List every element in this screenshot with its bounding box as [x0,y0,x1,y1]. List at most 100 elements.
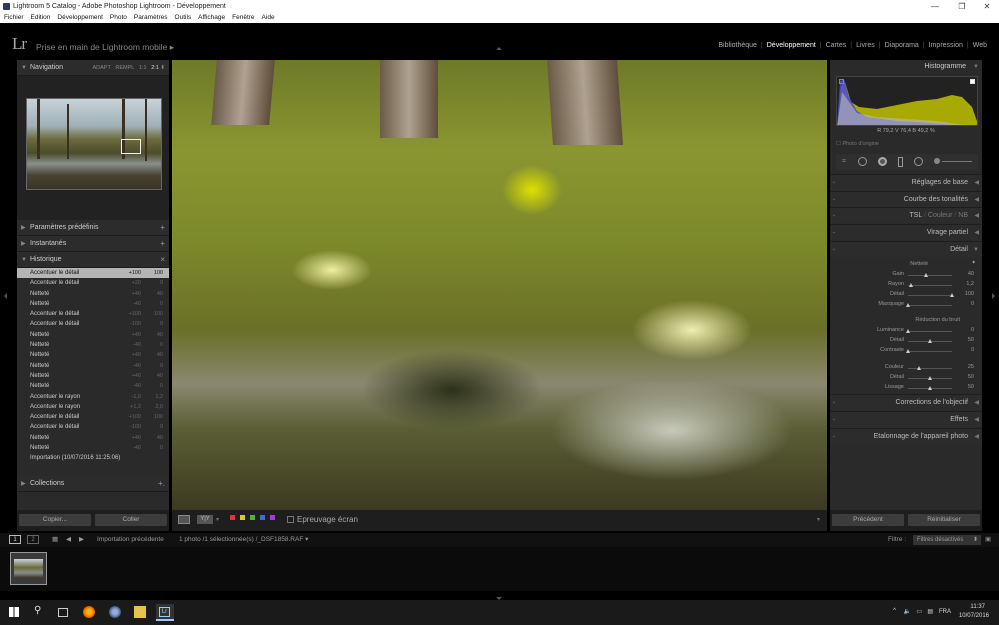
clear-history-icon[interactable]: × [160,252,165,268]
collapse-left-panel-icon[interactable] [4,293,7,299]
grid-view-icon[interactable]: ▦ [52,533,58,547]
slider-value[interactable]: 0 [971,347,974,353]
slider-thumb[interactable] [917,366,921,370]
detail-header[interactable]: ▪ Détail ▼ [830,241,982,257]
label-purple-swatch[interactable] [270,515,275,520]
slider-thumb[interactable] [909,283,914,287]
minimize-button[interactable]: — [920,0,950,13]
history-item[interactable]: Netteté +40 40 [17,433,169,443]
module-bibliotheque[interactable]: Bibliothèque [714,42,761,49]
slider-thumb[interactable] [906,303,910,307]
history-item[interactable]: Accentuer le détail +100 100 [17,268,169,279]
panel-switch-icon[interactable]: ▪ [833,242,835,258]
slider-thumb[interactable] [923,273,928,277]
panel-switch-icon[interactable]: ▪ [833,208,835,224]
module-livres[interactable]: Livres [852,42,879,49]
slider-value[interactable]: 50 [968,374,974,380]
history-item[interactable]: Netteté +40 40 [17,371,169,381]
loupe-view-icon[interactable] [178,515,190,524]
slider-value[interactable]: 40 [968,271,974,277]
slider-track[interactable] [908,275,952,276]
color-tab[interactable]: Couleur [928,212,953,219]
original-photo-label[interactable]: ☐ Photo d'origine [836,141,879,147]
search-icon[interactable]: ⚲ [34,605,46,617]
label-red-swatch[interactable] [230,515,235,520]
snapshots-header[interactable]: ▶ Instantanés + [17,236,169,252]
add-collection-icon[interactable]: +. [158,476,165,492]
history-item[interactable]: Netteté -40 0 [17,361,169,371]
navigator-preview[interactable] [17,76,169,220]
menu-aide[interactable]: Aide [262,13,275,23]
slider-track[interactable] [908,285,952,286]
presets-header[interactable]: ▶ Paramètres prédéfinis + [17,220,169,236]
lock-icon[interactable]: ▣ [985,533,991,547]
task-view-icon[interactable] [58,608,68,617]
filmstrip-source[interactable]: Importation précédente [97,533,164,547]
before-after-icon[interactable]: Y|Y [197,515,213,524]
add-preset-icon[interactable]: + [160,220,165,236]
softproof-checkbox[interactable] [287,516,294,523]
clock-date[interactable]: 10/07/2016 [959,613,989,619]
panel-switch-icon[interactable]: ▪ [833,192,835,208]
previous-button[interactable]: Précédent [832,514,904,526]
before-after-menu-icon[interactable]: ▾ [216,516,219,523]
history-item[interactable]: Accentuer le détail -100 0 [17,319,169,329]
lens-corrections-header[interactable]: ▪ Corrections de l'objectif ◀ [830,394,982,410]
main-window-button[interactable]: 1 [9,535,21,544]
slider-value[interactable]: 50 [968,337,974,343]
history-item[interactable]: Accentuer le rayon +1,2 2,0 [17,402,169,412]
notification-icon[interactable]: ▤ [927,608,933,615]
basic-header[interactable]: ▪ Réglages de base ◀ [830,174,982,190]
second-window-button[interactable]: 2 [27,535,39,544]
collapse-right-panel-icon[interactable] [992,293,995,299]
panel-switch-icon[interactable]: ▪ [833,225,835,241]
zoom-2-1[interactable]: 2:1 [151,65,159,71]
windows-start-icon[interactable] [9,607,19,617]
add-snapshot-icon[interactable]: + [160,236,165,252]
menu-affichage[interactable]: Affichage [198,13,225,23]
language-indicator[interactable]: FRA [939,609,951,615]
effects-header[interactable]: ▪ Effets ◀ [830,411,982,427]
history-item[interactable]: Netteté -40 0 [17,340,169,350]
filmstrip-info[interactable]: 1 photo /1 sélectionnée(s) /_DSF1858.RAF… [179,533,308,547]
histogram-header[interactable]: Histogramme ▼ [830,60,982,74]
label-yellow-swatch[interactable] [240,515,245,520]
panel-switch-icon[interactable]: ▪ [833,429,835,445]
histogram[interactable] [836,76,978,126]
brush-slider[interactable] [942,161,972,162]
history-item[interactable]: Netteté -40 0 [17,443,169,453]
history-item[interactable]: Netteté -40 0 [17,381,169,391]
hsl-tab[interactable]: TSL [909,212,922,219]
paste-button[interactable]: Coller [95,514,167,526]
history-item[interactable]: Netteté -40 0 [17,299,169,309]
slider-track[interactable] [908,351,952,352]
history-header[interactable]: ▼ Historique × [17,252,169,268]
camera-calibration-header[interactable]: ▪ Etalonnage de l'appareil photo ◀ [830,428,982,444]
slider-value[interactable]: 0 [971,301,974,307]
slider-track[interactable] [908,295,952,296]
identity-plate[interactable]: Prise en main de Lightroom mobile ▸ [36,42,174,53]
split-toning-header[interactable]: ▪ Virage partiel ◀ [830,224,982,240]
crop-tool-icon[interactable]: ⌗ [842,158,846,166]
panel-switch-icon[interactable]: ▪ [833,175,835,191]
zoom-fill[interactable]: REMPL [115,65,134,71]
history-item[interactable]: Accentuer le rayon -1,0 1,2 [17,392,169,402]
module-impression[interactable]: Impression [925,42,967,49]
radial-filter-icon[interactable] [914,157,923,166]
slider-track[interactable] [908,331,952,332]
tray-arrow-icon[interactable]: ^ [893,608,896,614]
zoom-1-1[interactable]: 1:1 [139,65,147,71]
menu-parametres[interactable]: Paramètres [134,13,168,23]
menu-outils[interactable]: Outils [175,13,192,23]
copy-button[interactable]: Copier... [19,514,91,526]
module-developpement[interactable]: Développement [763,42,820,49]
spot-removal-icon[interactable] [858,157,867,166]
close-button[interactable]: ✕ [972,0,999,13]
navigator-header[interactable]: ▼ Navigation ADAPT REMPL 1:1 2:1 ⬍ [17,60,169,76]
clock-time[interactable]: 11:37 [970,604,985,610]
history-item[interactable]: Accentuer le détail +100 100 [17,412,169,422]
slider-thumb[interactable] [906,349,910,353]
label-green-swatch[interactable] [250,515,255,520]
forward-arrow-icon[interactable]: ▶ [79,533,84,547]
highlight-clipping-icon[interactable] [970,79,975,84]
